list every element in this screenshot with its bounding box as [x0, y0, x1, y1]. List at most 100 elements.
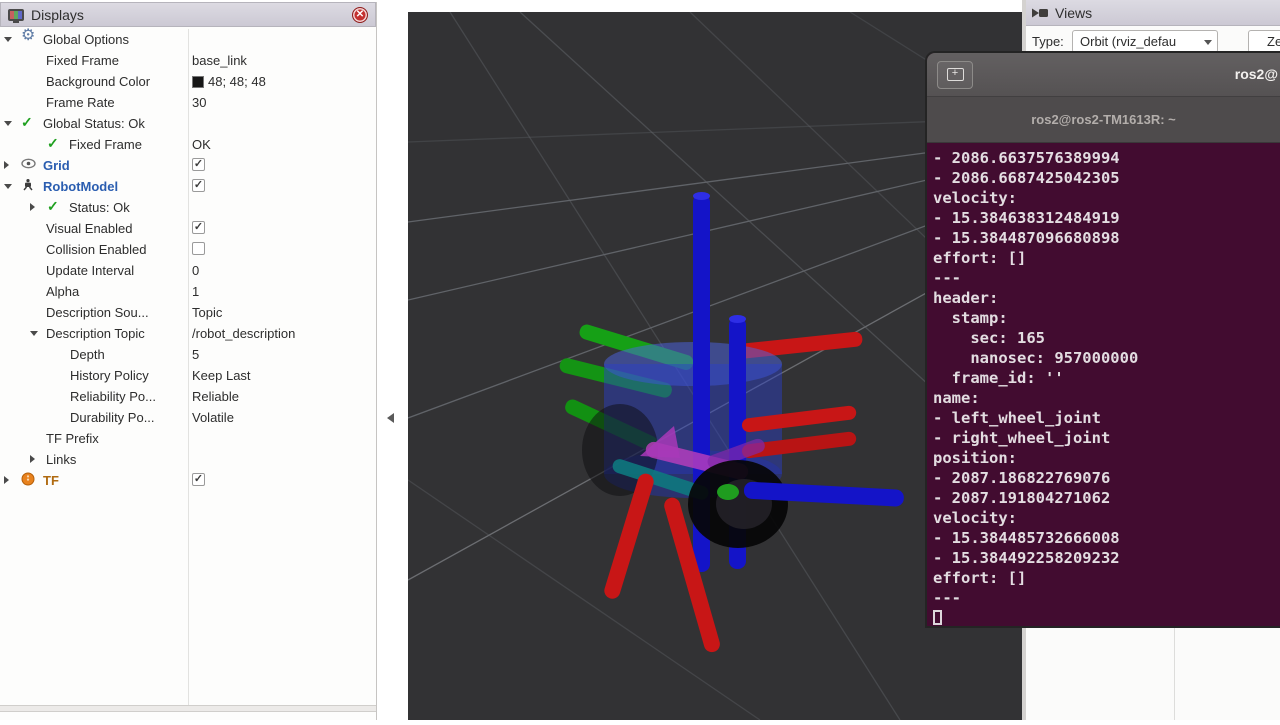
- terminal-line: frame_id: '': [933, 368, 1280, 388]
- terminal-line: effort: []: [933, 568, 1280, 588]
- row-label: Global Options: [43, 32, 129, 47]
- row-label: Description Sou...: [46, 305, 149, 320]
- eye-icon: [21, 157, 36, 173]
- terminal-output[interactable]: - 2086.6637576389994- 2086.6687425042305…: [927, 146, 1280, 626]
- displays-row-reliability-po-[interactable]: Reliability Po... Reliable: [0, 386, 376, 407]
- displays-row-visual-enabled[interactable]: Visual Enabled✓: [0, 218, 376, 239]
- panel-bottom-separator: [0, 705, 376, 712]
- row-value: [192, 242, 205, 255]
- expand-arrow-icon[interactable]: [4, 161, 9, 169]
- displays-row-tf-prefix[interactable]: TF Prefix: [0, 428, 376, 449]
- row-label: Fixed Frame: [69, 137, 142, 152]
- displays-row-grid[interactable]: Grid✓: [0, 155, 376, 176]
- views-panel-titlebar[interactable]: Views: [1026, 0, 1280, 26]
- row-value: 0: [192, 263, 199, 278]
- row-value: 1: [192, 284, 199, 299]
- displays-row-fixed-frame[interactable]: ✓ Fixed Frame OK: [0, 134, 376, 155]
- displays-row-frame-rate[interactable]: Frame Rate30: [0, 92, 376, 113]
- terminal-line: position:: [933, 448, 1280, 468]
- collapse-arrow-icon[interactable]: [4, 121, 12, 126]
- row-label: TF: [43, 473, 59, 488]
- displays-row-alpha[interactable]: Alpha1: [0, 281, 376, 302]
- check-icon: ✓: [21, 114, 33, 130]
- views-camera-icon: [1032, 7, 1048, 19]
- value-text: 30: [192, 95, 206, 110]
- robot-icon: [21, 178, 35, 196]
- displays-panel-titlebar[interactable]: Displays ✕: [0, 2, 376, 27]
- row-value: 5: [192, 347, 199, 362]
- tf-icon: [21, 472, 35, 490]
- gear-icon: ⚙: [21, 28, 35, 44]
- checkbox[interactable]: ✓: [192, 158, 205, 171]
- expand-arrow-icon[interactable]: [30, 455, 35, 463]
- terminal-line: - 2086.6637576389994: [933, 148, 1280, 168]
- expand-arrow-icon[interactable]: [4, 476, 9, 484]
- row-value: Keep Last: [192, 368, 251, 383]
- checkbox[interactable]: ✓: [192, 473, 205, 486]
- displays-row-collision-enabled[interactable]: Collision Enabled: [0, 239, 376, 260]
- displays-row-update-interval[interactable]: Update Interval0: [0, 260, 376, 281]
- terminal-line: stamp:: [933, 308, 1280, 328]
- row-label: TF Prefix: [46, 431, 99, 446]
- terminal-line: - 2086.6687425042305: [933, 168, 1280, 188]
- displays-row-description-topic[interactable]: Description Topic/robot_description: [0, 323, 376, 344]
- row-label: Reliability Po...: [70, 389, 156, 404]
- check-icon: ✓: [47, 135, 59, 151]
- collapse-arrow-icon[interactable]: [4, 184, 12, 189]
- displays-row-fixed-frame[interactable]: Fixed Framebase_link: [0, 50, 376, 71]
- value-text: OK: [192, 137, 211, 152]
- displays-row-depth[interactable]: Depth5: [0, 344, 376, 365]
- terminal-titlebar[interactable]: + ros2@: [927, 53, 1280, 97]
- displays-panel: Displays ✕ ⚙Global OptionsFixed Framebas…: [0, 2, 377, 720]
- terminal-cursor: [933, 610, 942, 625]
- displays-row-status-ok[interactable]: ✓Status: Ok: [0, 197, 376, 218]
- close-icon[interactable]: ✕: [352, 7, 368, 23]
- displays-row-robotmodel[interactable]: RobotModel✓: [0, 176, 376, 197]
- check-icon: ✓: [47, 198, 59, 214]
- expand-arrow-icon[interactable]: [30, 203, 35, 211]
- row-value: Topic: [192, 305, 222, 320]
- displays-row-tf[interactable]: TF ✓: [0, 470, 376, 491]
- displays-row-global-status-ok[interactable]: ✓ Global Status: Ok: [0, 113, 376, 134]
- row-value: /robot_description: [192, 326, 295, 341]
- value-text: Volatile: [192, 410, 234, 425]
- row-value: 30: [192, 95, 206, 110]
- displays-row-global-options[interactable]: ⚙ Global Options: [0, 29, 376, 50]
- terminal-line: effort: []: [933, 248, 1280, 268]
- terminal-line: - 15.384485732666008: [933, 528, 1280, 548]
- value-text: 0: [192, 263, 199, 278]
- value-text: base_link: [192, 53, 247, 68]
- row-label: Durability Po...: [70, 410, 155, 425]
- displays-row-durability-po-[interactable]: Durability Po... Volatile: [0, 407, 376, 428]
- value-text: Reliable: [192, 389, 239, 404]
- terminal-tabbar: ros2@ros2-TM1613R: ~: [927, 97, 1280, 143]
- collapse-arrow-icon[interactable]: [30, 331, 38, 336]
- row-value: base_link: [192, 53, 247, 68]
- views-panel-title: Views: [1055, 5, 1092, 21]
- terminal-window-title: ros2@: [1235, 66, 1278, 82]
- row-label: Description Topic: [46, 326, 145, 341]
- terminal-line: - left_wheel_joint: [933, 408, 1280, 428]
- row-value: ✓: [192, 221, 205, 234]
- checkbox[interactable]: [192, 242, 205, 255]
- terminal-line: nanosec: 957000000: [933, 348, 1280, 368]
- zero-button[interactable]: Ze: [1248, 30, 1280, 53]
- new-tab-button[interactable]: +: [937, 61, 973, 89]
- row-label: History Policy: [70, 368, 149, 383]
- terminal-line: - 15.384638312484919: [933, 208, 1280, 228]
- displays-row-links[interactable]: Links: [0, 449, 376, 470]
- displays-row-background-color[interactable]: Background Color48; 48; 48: [0, 71, 376, 92]
- terminal-line: velocity:: [933, 188, 1280, 208]
- collapse-arrow-icon[interactable]: [4, 37, 12, 42]
- row-label: Global Status: Ok: [43, 116, 145, 131]
- displays-row-description-sou-[interactable]: Description Sou... Topic: [0, 302, 376, 323]
- checkbox[interactable]: ✓: [192, 221, 205, 234]
- terminal-tab[interactable]: ros2@ros2-TM1613R: ~: [927, 97, 1280, 142]
- checkbox[interactable]: ✓: [192, 179, 205, 192]
- chevron-down-icon: [1204, 40, 1212, 45]
- view-type-dropdown[interactable]: Orbit (rviz_defau: [1072, 30, 1218, 53]
- panel-collapse-handle[interactable]: [387, 413, 394, 423]
- row-value: OK: [192, 137, 211, 152]
- displays-row-history-policy[interactable]: History Policy Keep Last: [0, 365, 376, 386]
- type-label: Type:: [1032, 34, 1064, 49]
